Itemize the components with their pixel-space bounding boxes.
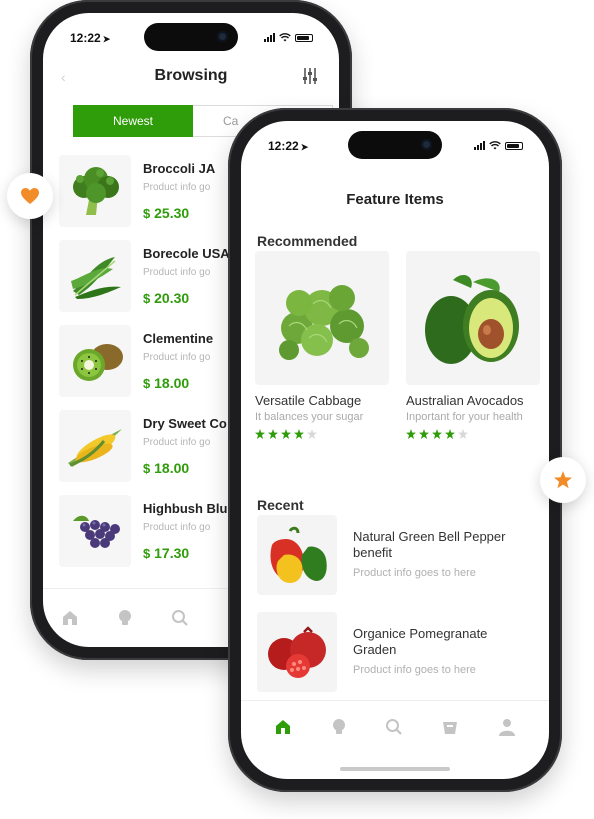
product-name: Broccoli JA bbox=[143, 161, 216, 176]
search-icon[interactable] bbox=[171, 609, 189, 627]
product-name: Australian Avocados bbox=[406, 393, 524, 408]
battery-icon bbox=[505, 141, 523, 150]
favorite-badge bbox=[7, 173, 53, 219]
pomegranate-image bbox=[257, 612, 337, 692]
star-icon bbox=[307, 429, 317, 439]
kiwi-image bbox=[59, 325, 131, 397]
signal-icon bbox=[264, 33, 275, 42]
price-currency: $ bbox=[143, 206, 151, 221]
filter-sliders-icon[interactable] bbox=[301, 67, 319, 85]
grapes-image bbox=[59, 495, 131, 567]
recent-list-item[interactable]: Organice Pomegranate Graden Product info… bbox=[257, 612, 549, 694]
status-time: 12:22 bbox=[268, 139, 299, 153]
home-indicator bbox=[340, 767, 450, 771]
recommended-heading: Recommended bbox=[257, 233, 358, 249]
newest-tab[interactable]: Newest bbox=[73, 105, 193, 137]
star-icon bbox=[432, 429, 442, 439]
avocado-image bbox=[406, 251, 540, 385]
search-icon[interactable] bbox=[385, 718, 403, 736]
basket-icon[interactable] bbox=[441, 718, 459, 736]
product-price: 17.30 bbox=[154, 545, 190, 561]
product-subtitle: Inportant for your health bbox=[406, 411, 523, 423]
borecole-image bbox=[59, 240, 131, 312]
signal-icon bbox=[474, 141, 485, 150]
product-name: Highbush Blu bbox=[143, 501, 228, 516]
star-icon bbox=[419, 429, 429, 439]
rating-stars bbox=[255, 429, 389, 439]
price-currency: $ bbox=[143, 376, 151, 391]
product-info: Product info go bbox=[143, 182, 211, 193]
bell-pepper-image bbox=[257, 515, 337, 595]
lightbulb-icon[interactable] bbox=[117, 609, 133, 627]
user-icon[interactable] bbox=[498, 718, 516, 736]
product-price: 20.30 bbox=[154, 290, 190, 306]
wifi-icon bbox=[489, 141, 501, 150]
product-info: Product info go bbox=[143, 437, 211, 448]
star-icon bbox=[406, 429, 416, 439]
front-phone-frame: 12:22 ➤ Feature Items Recommended Versat… bbox=[228, 108, 562, 792]
product-subtitle: It balances your sugar bbox=[255, 411, 364, 423]
feature-items-screen: 12:22 ➤ Feature Items Recommended Versat… bbox=[241, 121, 549, 779]
recent-item-subtitle: Product info goes to here bbox=[353, 664, 476, 676]
product-name: Clementine bbox=[143, 331, 214, 346]
star-icon bbox=[458, 429, 468, 439]
battery-icon bbox=[295, 33, 313, 42]
page-title: Feature Items bbox=[346, 191, 444, 208]
product-name: Versatile Cabbage bbox=[255, 393, 362, 408]
star-icon bbox=[445, 429, 455, 439]
star-icon bbox=[268, 429, 278, 439]
recommended-card[interactable]: Versatile Cabbage It balances your sugar bbox=[255, 251, 389, 439]
home-icon[interactable] bbox=[61, 609, 79, 627]
star-icon bbox=[281, 429, 291, 439]
corn-image bbox=[59, 410, 131, 482]
product-info: Product info go bbox=[143, 267, 211, 278]
price-currency: $ bbox=[143, 291, 151, 306]
browsing-header: ‹ Browsing bbox=[43, 63, 339, 93]
recommended-card[interactable]: Australian Avocados Inportant for your h… bbox=[406, 251, 540, 439]
recent-item-subtitle: Product info goes to here bbox=[353, 567, 476, 579]
price-currency: $ bbox=[143, 461, 151, 476]
rating-stars bbox=[406, 429, 540, 439]
bottom-tab-bar bbox=[241, 700, 549, 753]
star-icon bbox=[554, 471, 572, 489]
home-icon[interactable] bbox=[274, 718, 292, 736]
product-price: 18.00 bbox=[154, 460, 190, 476]
star-icon bbox=[255, 429, 265, 439]
price-currency: $ bbox=[143, 546, 151, 561]
wifi-icon bbox=[279, 33, 291, 42]
location-arrow-icon: ➤ bbox=[102, 34, 111, 44]
page-title: Browsing bbox=[154, 67, 228, 84]
product-info: Product info go bbox=[143, 352, 211, 363]
featured-badge bbox=[540, 457, 586, 503]
product-name: Dry Sweet Co bbox=[143, 416, 227, 431]
brussels-sprouts-image bbox=[255, 251, 389, 385]
product-info: Product info go bbox=[143, 522, 211, 533]
star-icon bbox=[294, 429, 304, 439]
recent-item-name: Natural Green Bell Pepper benefit bbox=[353, 529, 506, 560]
product-price: 18.00 bbox=[154, 375, 190, 391]
status-time: 12:22 bbox=[70, 31, 101, 45]
status-bar: 12:22 ➤ bbox=[43, 31, 339, 47]
recent-list-item[interactable]: Natural Green Bell Pepper benefit Produc… bbox=[257, 515, 549, 597]
heart-icon bbox=[21, 188, 39, 204]
recent-heading: Recent bbox=[257, 497, 304, 513]
location-arrow-icon: ➤ bbox=[300, 142, 309, 152]
product-name: Borecole USA bbox=[143, 246, 230, 261]
recent-item-name: Organice Pomegranate Graden bbox=[353, 626, 488, 657]
broccoli-image bbox=[59, 155, 131, 227]
product-price: 25.30 bbox=[154, 205, 190, 221]
lightbulb-icon[interactable] bbox=[331, 718, 347, 736]
status-bar: 12:22 ➤ bbox=[241, 139, 549, 155]
